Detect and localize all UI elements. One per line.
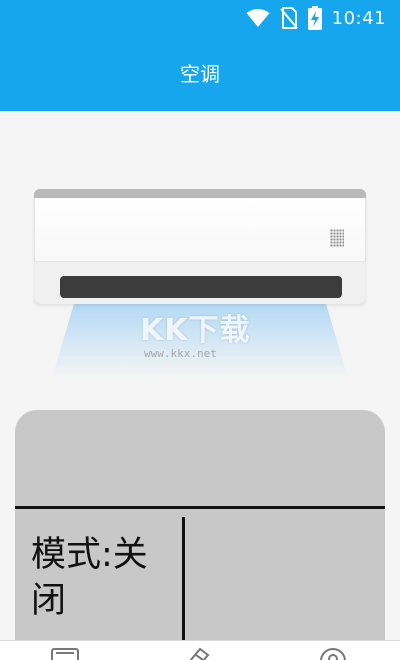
ac-top-strip [34, 189, 366, 198]
status-time: 10:41 [331, 7, 386, 29]
brush-icon[interactable] [184, 647, 214, 660]
page-title: 空调 [180, 62, 220, 86]
battery-charging-icon [307, 6, 322, 30]
remote-icon[interactable] [50, 647, 80, 660]
wifi-icon [246, 9, 270, 27]
ac-vent [60, 276, 342, 298]
air-conditioner-illustration [30, 185, 370, 378]
mode-status-label: 模式:关闭 [31, 535, 148, 621]
screen: 10:41 空调 KK下载 www.kkx.net 模式:关闭 [0, 0, 400, 660]
ac-display-dots [330, 229, 344, 247]
no-sim-icon [279, 7, 298, 29]
profile-icon[interactable] [318, 647, 348, 660]
status-icons: 10:41 [246, 6, 386, 30]
status-bar: 10:41 [0, 0, 400, 36]
control-panel: 模式:关闭 [15, 410, 385, 660]
panel-divider-vertical [182, 517, 185, 660]
airflow-graphic [52, 298, 348, 378]
app-bar: 10:41 空调 [0, 0, 400, 111]
bottom-nav [0, 640, 400, 660]
panel-divider-horizontal [15, 506, 385, 509]
